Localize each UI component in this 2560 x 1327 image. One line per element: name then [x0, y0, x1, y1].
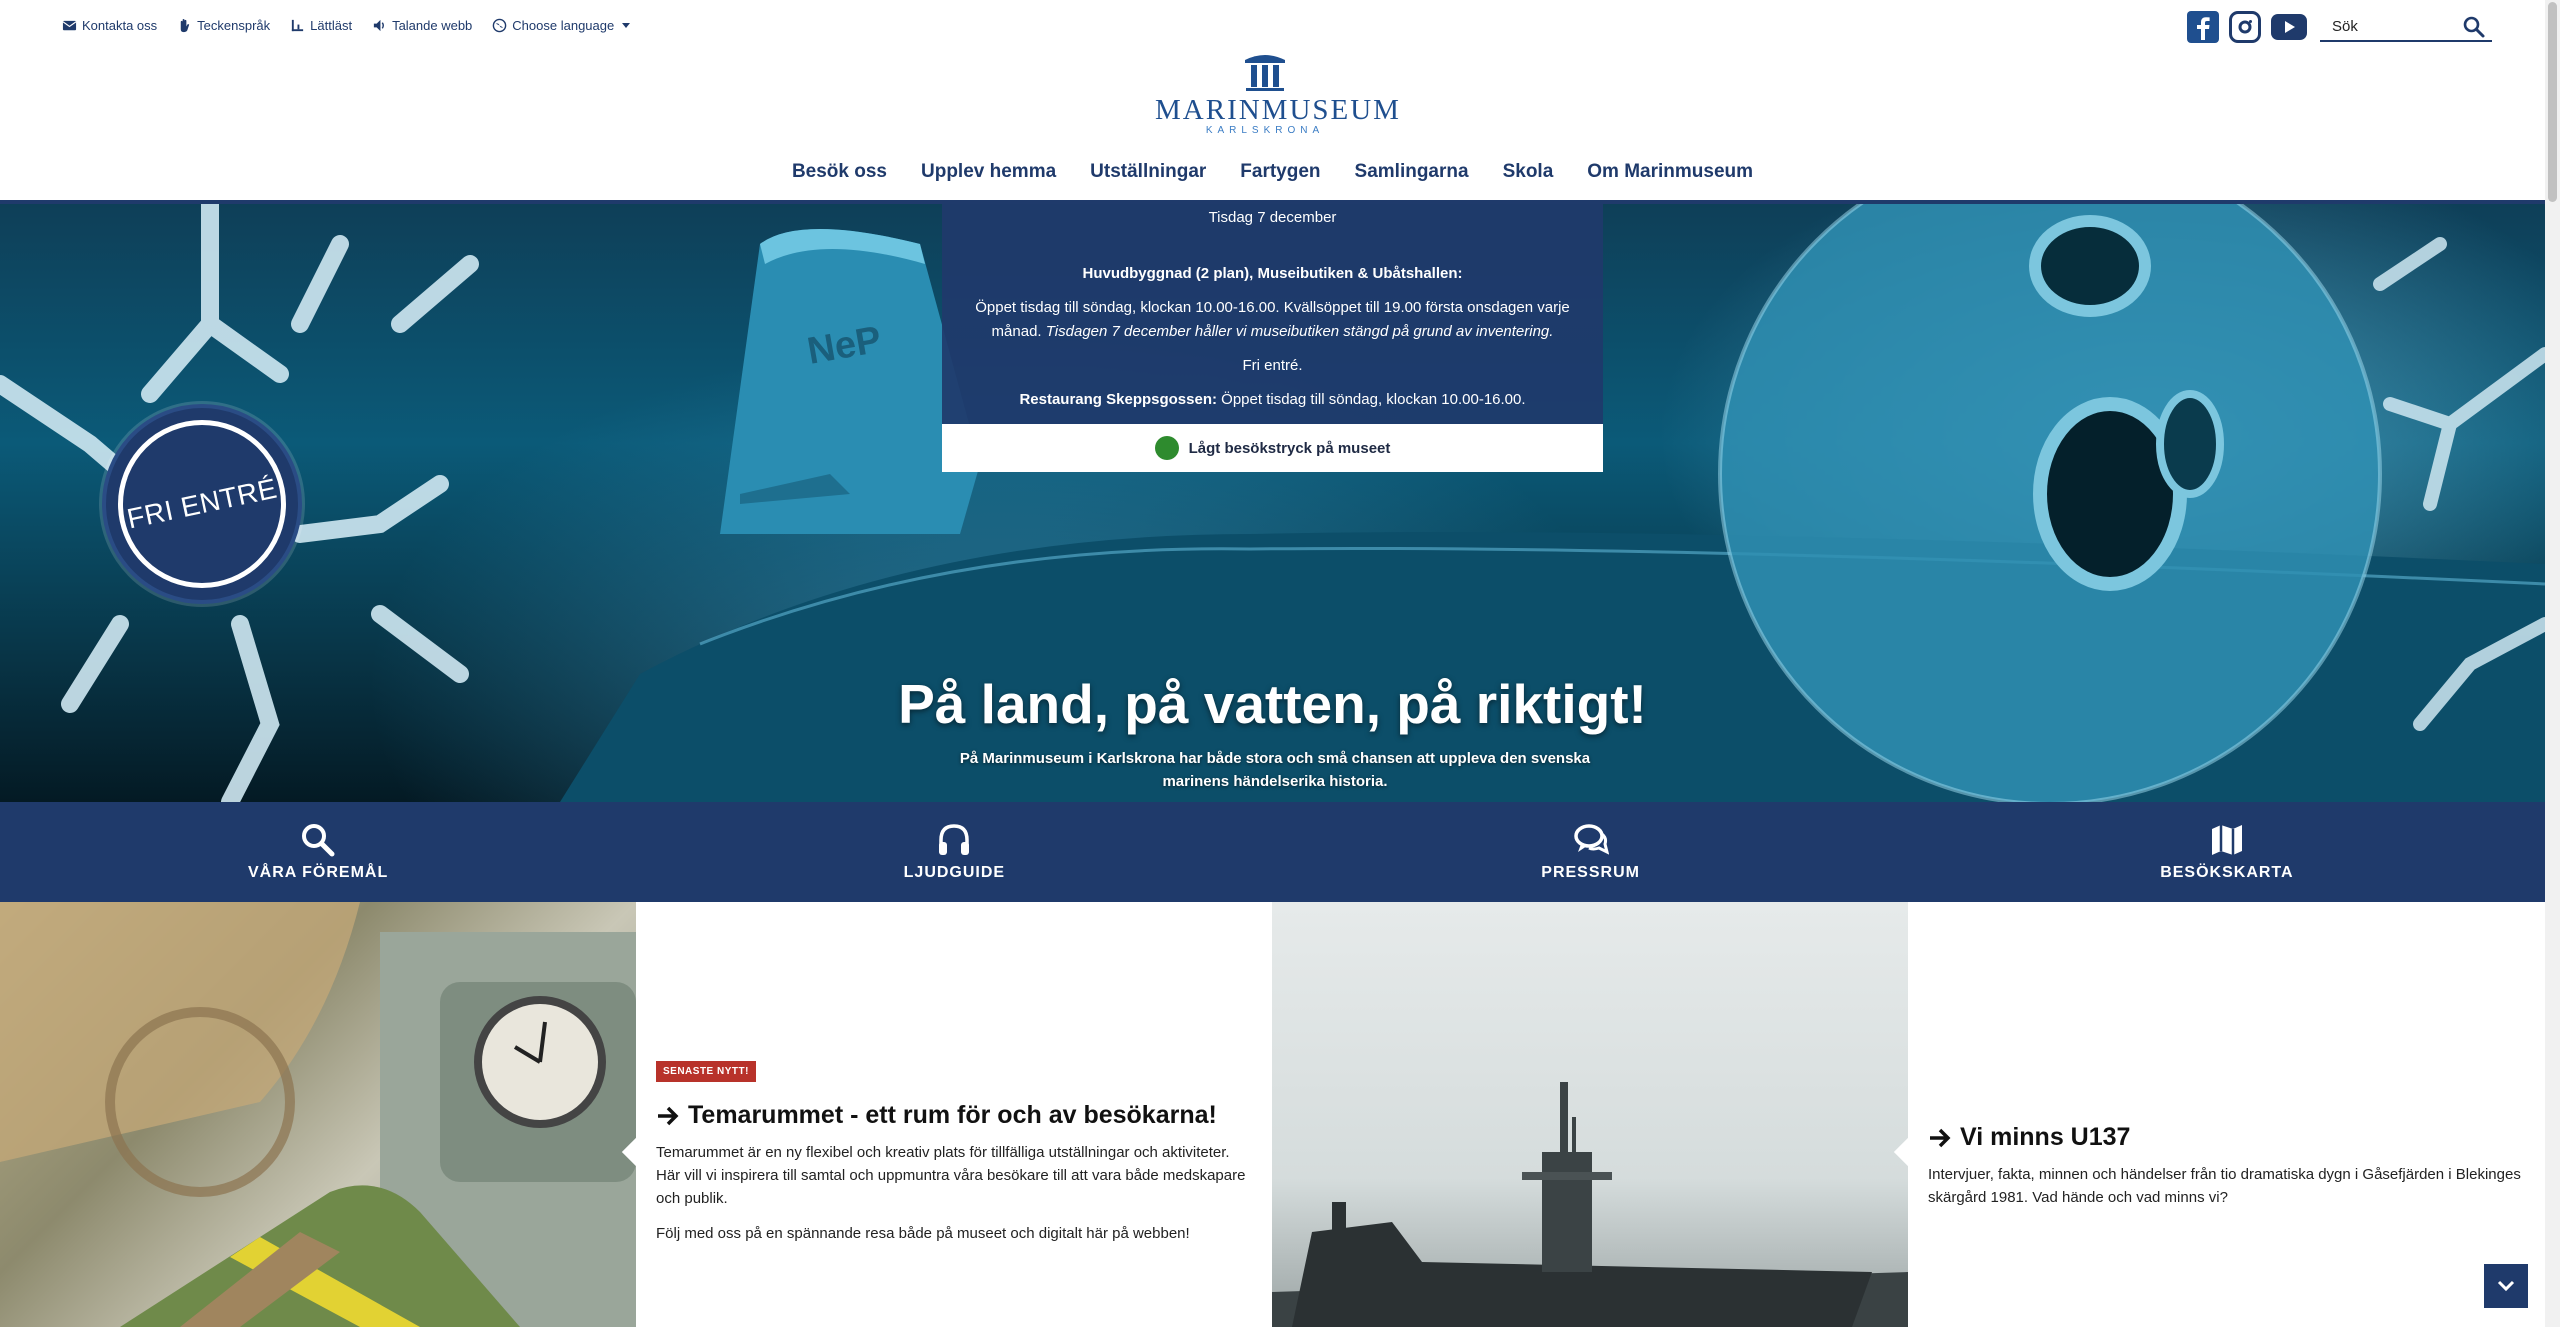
card-body: Temarummet är en ny flexibel och kreativ… — [656, 1141, 1256, 1257]
card-image-temarummet[interactable] — [0, 902, 636, 1327]
quick-link-label: VÅRA FÖREMÅL — [247, 864, 389, 881]
restaurant-hours: Öppet tisdag till söndag, klockan 10.00-… — [1221, 391, 1526, 408]
scrollbar-thumb[interactable] — [2548, 2, 2557, 202]
easy-read-icon — [292, 19, 304, 32]
crowd-status-text: Lågt besökstryck på museet — [1188, 439, 1391, 457]
card-u137: Vi minns U137 Intervjuer, fakta, minnen … — [1893, 902, 2544, 1327]
talking-web-link[interactable]: Talande webb — [372, 18, 472, 33]
quick-link-besokskarta[interactable]: BESÖKSKARTA — [1909, 802, 2545, 902]
search-icon — [302, 824, 335, 857]
info-hours: Öppet tisdag till söndag, klockan 10.00-… — [962, 296, 1583, 344]
talking-web-label: Talande webb — [392, 18, 473, 33]
museum-logo-icon — [1245, 55, 1285, 91]
easy-read-link[interactable]: Lättläst — [290, 18, 352, 33]
page-scrollbar[interactable] — [2545, 0, 2560, 1327]
nav-om-marinmuseum[interactable]: Om Marinmuseum — [1587, 161, 1753, 183]
card-image-u137[interactable] — [1272, 902, 1908, 1327]
search-input[interactable] — [2320, 17, 2450, 35]
utility-bar: Kontakta oss Teckenspråk Lättläst Taland… — [62, 18, 631, 33]
search-box — [2320, 12, 2492, 42]
globe-icon — [493, 18, 507, 33]
nav-upplev-hemma[interactable]: Upplev hemma — [921, 161, 1056, 183]
news-cards: SENASTE NYTT! Temarummet - ett rum för o… — [0, 902, 2545, 1327]
info-free-entry: Fri entré. — [1242, 357, 1303, 374]
arrow-right-icon — [1930, 1128, 1951, 1147]
crowd-status-bar: Lågt besökstryck på museet — [942, 424, 1603, 472]
language-label: Choose language — [512, 18, 615, 33]
youtube-link[interactable] — [2271, 14, 2307, 40]
headphones-icon — [939, 824, 970, 855]
youtube-icon — [2285, 21, 2295, 33]
badge-text: FRI ENTRÉ — [124, 472, 280, 535]
language-dropdown[interactable]: Choose language — [492, 18, 631, 33]
contact-label: Kontakta oss — [82, 18, 158, 33]
quick-link-ljudguide[interactable]: LJUDGUIDE — [636, 802, 1272, 902]
sign-language-link[interactable]: Teckenspråk — [177, 18, 270, 33]
card-temarummet: SENASTE NYTT! Temarummet - ett rum för o… — [621, 902, 1272, 1327]
nav-besok-oss[interactable]: Besök oss — [792, 161, 887, 183]
chevron-down-icon — [622, 23, 631, 28]
card-title-link[interactable]: Vi minns U137 — [1928, 1123, 2130, 1152]
logo-title: MARINMUSEUM — [1155, 94, 1401, 126]
envelope-icon — [62, 20, 77, 31]
quick-link-label: PRESSRUM — [1541, 864, 1640, 881]
info-heading: Huvudbyggnad (2 plan), Museibutiken & Ub… — [1082, 265, 1463, 282]
facebook-icon — [2197, 17, 2210, 40]
main-navigation: Besök oss Upplev hemma Utställningar Far… — [0, 161, 2545, 183]
contact-link[interactable]: Kontakta oss — [62, 18, 157, 33]
news-tag: SENASTE NYTT! — [656, 1061, 756, 1082]
speaker-icon — [373, 19, 385, 32]
card-body: Intervjuer, fakta, minnen och händelser … — [1928, 1163, 2528, 1221]
card-title-link[interactable]: Temarummet - ett rum för och av besökarn… — [656, 1101, 1217, 1130]
hand-sign-icon — [180, 18, 190, 33]
instagram-link[interactable] — [2229, 11, 2261, 43]
hero-banner: NeP FRI ENTRÉ Tisdag 7 december Huvudbyg… — [0, 204, 2545, 802]
arrow-right-icon — [658, 1106, 679, 1125]
restaurant-label: Restaurang Skeppsgossen: — [1019, 391, 1217, 408]
card-title: Temarummet - ett rum för och av besökarn… — [688, 1101, 1217, 1129]
quick-links: VÅRA FÖREMÅL LJUDGUIDE PRESSRUM BESÖKSKA… — [0, 802, 2545, 902]
map-icon — [2211, 825, 2242, 855]
hero-title: På land, på vatten, på riktigt! — [898, 673, 1647, 735]
status-dot-icon — [1154, 436, 1179, 460]
easy-read-label: Lättläst — [310, 18, 353, 33]
badge-ring: FRI ENTRÉ — [118, 420, 286, 588]
site-logo[interactable]: MARINMUSEUM KARLSKRONA — [1155, 52, 1401, 138]
hero-subtitle: På Marinmuseum i Karlskrona har både sto… — [959, 750, 1591, 790]
quick-link-vara-foremal[interactable]: VÅRA FÖREMÅL — [0, 802, 636, 902]
museum-objects-image — [0, 902, 636, 1327]
card-paragraph: Temarummet är en ny flexibel och kreativ… — [656, 1144, 1246, 1207]
quick-link-pressrum[interactable]: PRESSRUM — [1273, 802, 1909, 902]
quick-link-label: BESÖKSKARTA — [2160, 864, 2294, 881]
chevron-down-icon — [2497, 1280, 2515, 1292]
social-links — [2187, 11, 2307, 43]
scroll-down-button[interactable] — [2484, 1264, 2528, 1308]
submarine-photo-image — [1272, 1082, 1908, 1327]
sign-language-label: Teckenspråk — [197, 18, 271, 33]
info-date: Tisdag 7 december — [1208, 209, 1337, 226]
card-paragraph: Intervjuer, fakta, minnen och händelser … — [1928, 1166, 2521, 1206]
card-paragraph: Följ med oss på en spännande resa både p… — [656, 1225, 1190, 1242]
free-entry-badge: FRI ENTRÉ — [102, 404, 302, 604]
chat-icon — [1573, 824, 1609, 855]
nav-samlingarna[interactable]: Samlingarna — [1355, 161, 1469, 183]
nav-fartygen[interactable]: Fartygen — [1240, 161, 1320, 183]
info-restaurant: Restaurang Skeppsgossen: Öppet tisdag ti… — [962, 388, 1583, 412]
nav-utstallningar[interactable]: Utställningar — [1090, 161, 1206, 183]
facebook-link[interactable] — [2187, 11, 2219, 43]
instagram-icon — [2238, 20, 2252, 34]
quick-link-label: LJUDGUIDE — [903, 864, 1006, 881]
nav-skola[interactable]: Skola — [1503, 161, 1554, 183]
info-notice: Tisdagen 7 december håller vi museibutik… — [1045, 323, 1554, 340]
card-title: Vi minns U137 — [1960, 1123, 2131, 1151]
search-icon[interactable] — [2462, 15, 2486, 39]
